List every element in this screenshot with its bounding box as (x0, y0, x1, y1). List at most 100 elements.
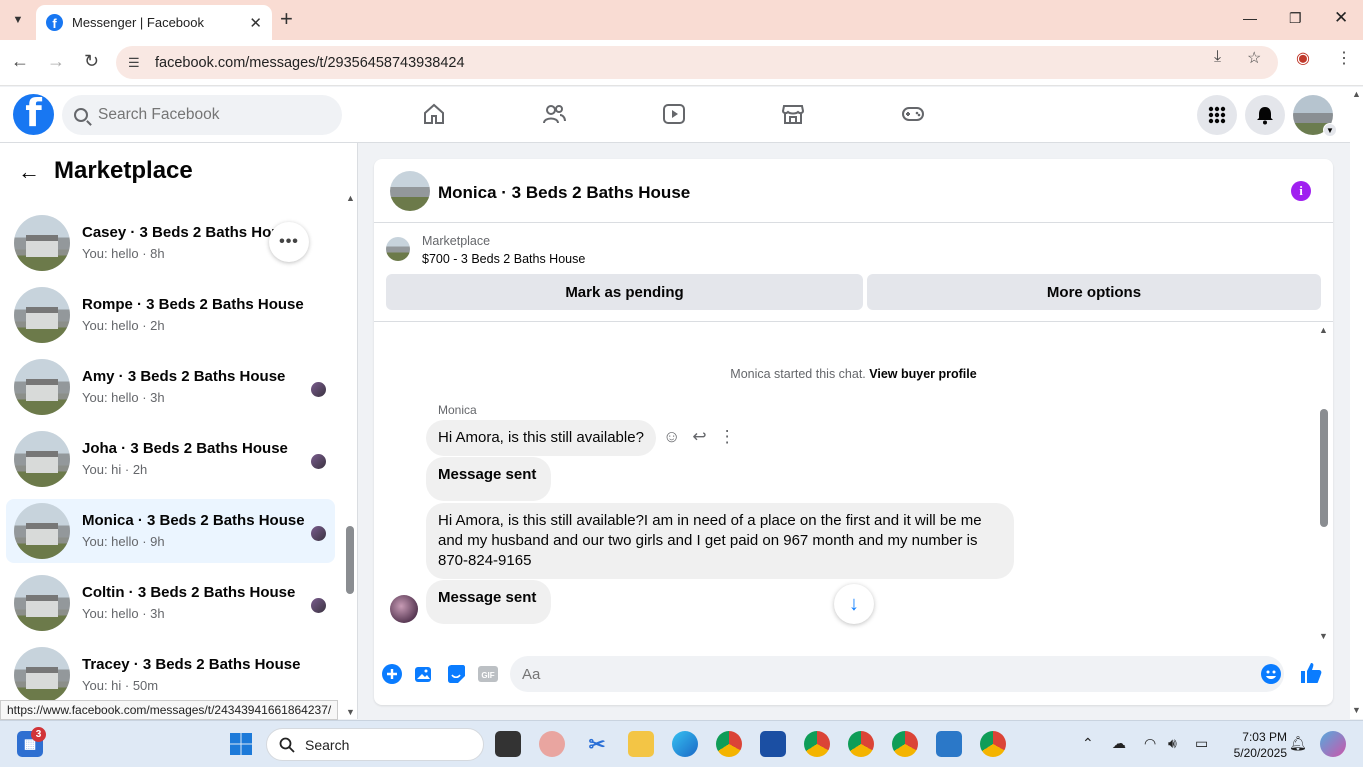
gaming-icon[interactable] (900, 101, 926, 127)
minimize-icon[interactable]: — (1243, 10, 1257, 26)
listing-title[interactable]: $700 - 3 Beds 2 Baths House (422, 252, 585, 266)
battery-icon[interactable]: ▭ (1195, 735, 1208, 752)
chrome-icon[interactable] (716, 731, 742, 757)
menu-grid-icon[interactable] (1197, 95, 1237, 135)
plus-icon[interactable] (381, 663, 403, 685)
info-icon[interactable]: i (1291, 181, 1311, 201)
conversation-item[interactable]: Amy · 3 Beds 2 Baths House You: hello · … (6, 355, 335, 419)
reload-icon[interactable]: ↻ (84, 51, 99, 72)
back-arrow-icon[interactable]: ← (18, 159, 40, 185)
site-settings-icon[interactable]: ☰ (128, 55, 148, 71)
scroll-to-bottom-icon[interactable]: ↓ (834, 584, 874, 624)
facebook-logo-icon[interactable]: f (13, 94, 54, 135)
conversation-options-button[interactable]: ••• (269, 222, 309, 262)
profile-icon[interactable]: ◉ (1296, 48, 1310, 68)
edge-icon[interactable] (672, 731, 698, 757)
scrollbar-thumb[interactable] (1320, 409, 1328, 527)
account-avatar[interactable]: ▼ (1293, 95, 1337, 137)
scroll-up-icon[interactable]: ▲ (346, 193, 355, 203)
facebook-search-box[interactable] (62, 95, 342, 135)
message-bubble[interactable]: Message sent (426, 580, 552, 624)
notifications-bell-icon[interactable] (1245, 95, 1285, 135)
message-bubble[interactable]: Hi Amora, is this still available? (426, 420, 656, 456)
facebook-header: f ▼ (0, 87, 1350, 143)
install-app-icon[interactable]: ⤓ (1214, 48, 1221, 66)
widgets-icon[interactable]: ▦ 3 (17, 727, 46, 757)
maximize-icon[interactable]: ❐ (1289, 10, 1302, 27)
taskbar-clock[interactable]: 7:03 PM 5/20/2025 (1223, 729, 1287, 761)
scroll-up-icon[interactable]: ▲ (1319, 325, 1328, 335)
thumbs-up-icon[interactable] (1299, 661, 1323, 691)
copilot-icon[interactable] (1320, 731, 1346, 757)
scrollbar-thumb[interactable] (346, 526, 354, 594)
react-emoji-icon[interactable]: ☺ (663, 427, 680, 447)
message-input[interactable] (510, 656, 1284, 692)
video-icon[interactable] (661, 101, 687, 127)
emoji-icon[interactable] (1261, 664, 1281, 684)
close-window-icon[interactable]: ✕ (1334, 8, 1348, 28)
listing-thumbnail[interactable] (386, 237, 410, 261)
message-bubble[interactable]: Hi Amora, is this still available?I am i… (426, 503, 1014, 579)
snipping-tool-icon[interactable]: ✂ (584, 731, 610, 757)
listing-thumbnail (14, 215, 70, 271)
conversation-item-active[interactable]: Monica · 3 Beds 2 Baths House You: hello… (6, 499, 335, 563)
seen-avatar (311, 526, 326, 541)
sender-avatar[interactable] (390, 595, 418, 623)
chat-avatar[interactable] (390, 171, 430, 211)
page-scrollbar[interactable]: ▲ ▼ (1350, 87, 1363, 719)
taskbar-search[interactable]: Search (266, 728, 484, 761)
conversation-name: Joha · 3 Beds 2 Baths House (82, 440, 288, 457)
reply-icon[interactable]: ↩ (692, 427, 706, 447)
more-vertical-icon[interactable]: ⋮ (719, 427, 736, 447)
notification-badge: 3 (31, 727, 46, 742)
conversation-item[interactable]: Joha · 3 Beds 2 Baths House You: hi · 2h (6, 427, 335, 491)
chrome-profile-icon[interactable] (804, 731, 830, 757)
mark-as-pending-button[interactable]: Mark as pending (386, 274, 863, 310)
more-options-button[interactable]: More options (867, 274, 1321, 310)
view-buyer-profile-link[interactable]: View buyer profile (869, 367, 976, 381)
volume-icon[interactable]: 🔊︎ (1168, 735, 1177, 752)
onedrive-icon[interactable]: ☁ (1112, 735, 1126, 752)
chrome-profile-icon[interactable] (892, 731, 918, 757)
app-icon[interactable] (539, 731, 565, 757)
marketplace-label: Marketplace (422, 234, 491, 248)
chrome-menu-icon[interactable]: ⋮ (1336, 48, 1352, 68)
tab-search-chevron-icon[interactable]: ▼ (6, 8, 30, 32)
image-icon[interactable] (413, 663, 435, 685)
scroll-up-icon[interactable]: ▲ (1352, 89, 1361, 99)
browser-tab[interactable]: f Messenger | Facebook ✕ (36, 5, 272, 40)
notification-bell-icon[interactable]: 🔔︎ (1289, 735, 1307, 752)
start-windows-icon[interactable] (228, 731, 254, 757)
conversation-item[interactable]: Rompe · 3 Beds 2 Baths House You: hello … (6, 283, 335, 347)
chat-title[interactable]: Monica · 3 Beds 2 Baths House (438, 183, 690, 203)
gif-icon[interactable]: GIF (477, 663, 499, 685)
facebook-search-input[interactable] (98, 106, 318, 124)
home-icon[interactable] (421, 101, 447, 127)
scroll-down-icon[interactable]: ▼ (1352, 705, 1361, 715)
scroll-down-icon[interactable]: ▼ (1319, 631, 1328, 641)
wifi-icon[interactable]: ◠ (1144, 735, 1156, 752)
new-tab-icon[interactable]: + (280, 8, 293, 30)
chrome-profile-icon[interactable] (848, 731, 874, 757)
sticker-icon[interactable] (445, 663, 467, 685)
chat-scrollbar[interactable] (1318, 327, 1330, 645)
friends-icon[interactable] (541, 101, 567, 127)
file-explorer-icon[interactable] (628, 731, 654, 757)
show-hidden-icons-icon[interactable]: ⌃ (1082, 735, 1094, 752)
task-view-icon[interactable] (495, 731, 521, 757)
bookmark-star-icon[interactable]: ☆ (1247, 48, 1261, 68)
marketplace-icon[interactable] (780, 101, 806, 127)
photos-icon[interactable] (936, 731, 962, 757)
conversation-item[interactable]: Coltin · 3 Beds 2 Baths House You: hello… (6, 571, 335, 635)
sidebar-scrollbar[interactable] (345, 191, 355, 711)
back-arrow-icon[interactable]: ← (11, 51, 29, 72)
listing-thumbnail (14, 503, 70, 559)
conversation-item[interactable]: Tracey · 3 Beds 2 Baths House You: hi · … (6, 643, 335, 707)
address-bar[interactable]: ☰ facebook.com/messages/t/29356458743938… (116, 46, 1278, 79)
chrome-active-icon[interactable] (980, 731, 1006, 757)
scroll-down-icon[interactable]: ▼ (346, 707, 355, 717)
store-icon[interactable] (760, 731, 786, 757)
message-bubble[interactable]: Message sent (426, 457, 552, 501)
forward-arrow-icon[interactable]: → (47, 51, 65, 72)
close-tab-icon[interactable]: ✕ (249, 14, 262, 32)
